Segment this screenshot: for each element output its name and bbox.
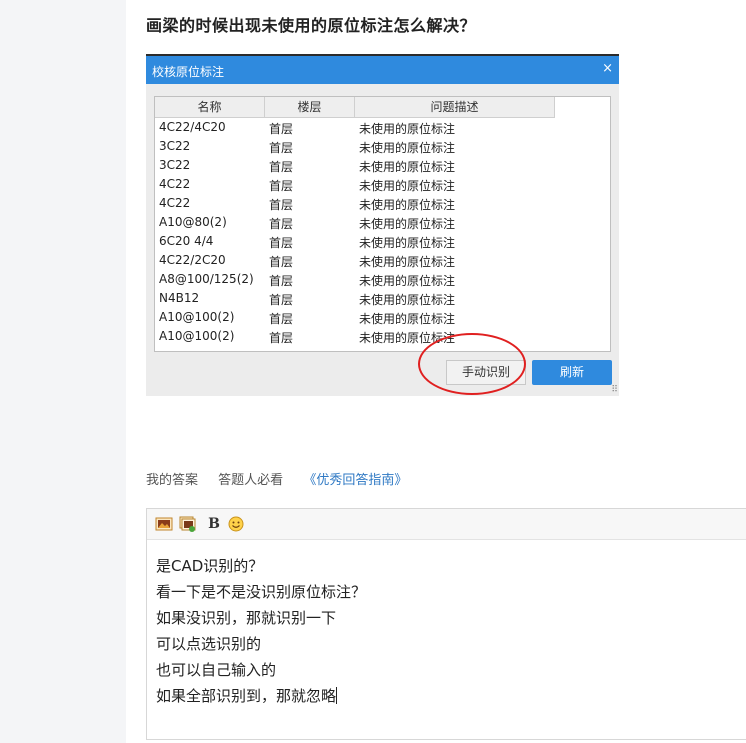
cell-name: 4C22/2C20 xyxy=(159,253,226,267)
table-row[interactable]: 3C22 首层 未使用的原位标注 xyxy=(155,137,610,156)
cell-name: 3C22 xyxy=(159,139,191,153)
cell-floor: 首层 xyxy=(269,293,294,307)
album-icon[interactable] xyxy=(178,515,196,533)
column-header-floor[interactable]: 楼层 xyxy=(265,97,355,117)
text-caret xyxy=(336,687,338,704)
table-row[interactable]: 3C22 首层 未使用的原位标注 xyxy=(155,156,610,175)
cell-name: A10@80(2) xyxy=(159,215,227,229)
cell-name: 4C22/4C20 xyxy=(159,120,226,134)
highlight-circle xyxy=(418,333,526,395)
cell-description: 未使用的原位标注 xyxy=(359,293,456,307)
cell-floor: 首层 xyxy=(269,160,294,174)
bold-icon[interactable]: B xyxy=(205,515,223,533)
cell-description: 未使用的原位标注 xyxy=(359,312,456,326)
table-row[interactable]: A10@80(2) 首层 未使用的原位标注 xyxy=(155,213,610,232)
cell-floor: 首层 xyxy=(269,179,294,193)
table-header: 名称 楼层 问题描述 xyxy=(155,97,555,118)
cell-description: 未使用的原位标注 xyxy=(359,160,456,174)
answer-editor[interactable]: B 是CAD识别的？ 看一下是不是没识别原位标注？ 如果没识别，那就识别一下 可… xyxy=(146,508,746,740)
image-icon[interactable] xyxy=(155,515,173,533)
cell-floor: 首层 xyxy=(269,236,294,250)
table-row[interactable]: 4C22 首层 未使用的原位标注 xyxy=(155,194,610,213)
screenshot-dialog: 校核原位标注 × 名称 楼层 问题描述 4C22/4C20 首层 未使用的原位标注 3… xyxy=(146,54,619,396)
cell-name: 4C22 xyxy=(159,196,191,210)
cell-description: 未使用的原位标注 xyxy=(359,141,456,155)
cell-floor: 首层 xyxy=(269,141,294,155)
table-body: 4C22/4C20 首层 未使用的原位标注 3C22 首层 未使用的原位标注 3C22 首层未… xyxy=(155,118,610,346)
cell-description: 未使用的原位标注 xyxy=(359,217,456,231)
table-row[interactable]: 6C20 4/4 首层 未使用的原位标注 xyxy=(155,232,610,251)
dialog-titlebar: 校核原位标注 × xyxy=(146,56,619,84)
dialog-title: 校核原位标注 xyxy=(152,65,225,79)
cell-floor: 首层 xyxy=(269,255,294,269)
cell-name: 4C22 xyxy=(159,177,191,191)
cell-description: 未使用的原位标注 xyxy=(359,179,456,193)
cell-name: 6C20 4/4 xyxy=(159,234,214,248)
annotation-check-table: 名称 楼层 问题描述 4C22/4C20 首层 未使用的原位标注 3C22 首层 未使用的… xyxy=(154,96,611,352)
cell-floor: 首层 xyxy=(269,331,294,345)
question-title: 画梁的时候出现未使用的原位标注怎么解决？ xyxy=(146,16,477,35)
column-header-description[interactable]: 问题描述 xyxy=(355,97,555,117)
cell-name: 3C22 xyxy=(159,158,191,172)
table-row[interactable]: 4C22 首层 未使用的原位标注 xyxy=(155,175,610,194)
close-icon[interactable]: × xyxy=(602,61,613,76)
editor-toolbar: B xyxy=(147,509,746,540)
table-row[interactable]: 4C22/2C20 首层 未使用的原位标注 xyxy=(155,251,610,270)
cell-floor: 首层 xyxy=(269,217,294,231)
answer-line: 是CAD识别的？ xyxy=(156,557,264,575)
refresh-button[interactable]: 刷新 xyxy=(532,360,612,385)
tab-my-answer[interactable]: 我的答案 xyxy=(146,469,198,488)
emoji-icon[interactable] xyxy=(227,515,245,533)
cell-name: A8@100/125(2) xyxy=(159,272,254,286)
table-row[interactable]: A10@100(2) 首层 未使用的原位标注 xyxy=(155,308,610,327)
answer-line: 也可以自己输入的 xyxy=(156,661,277,679)
cell-name: N4B12 xyxy=(159,291,200,305)
answer-line-last: 如果全部识别到，那就忽略 xyxy=(156,683,366,709)
cell-name: A10@100(2) xyxy=(159,310,235,324)
table-row[interactable]: N4B12 首层 未使用的原位标注 xyxy=(155,289,610,308)
resize-grip-icon[interactable]: ⠿ xyxy=(611,385,618,395)
editor-text[interactable]: 是CAD识别的？ 看一下是不是没识别原位标注？ 如果没识别，那就识别一下 可以点… xyxy=(156,553,366,709)
table-row[interactable]: A10@100(2) 首层 未使用的原位标注 xyxy=(155,327,610,346)
cell-description: 未使用的原位标注 xyxy=(359,236,456,250)
cell-description: 未使用的原位标注 xyxy=(359,274,456,288)
answer-line: 可以点选识别的 xyxy=(156,635,262,653)
cell-description: 未使用的原位标注 xyxy=(359,122,456,136)
table-row[interactable]: 4C22/4C20 首层 未使用的原位标注 xyxy=(155,118,610,137)
tab-must-read[interactable]: 答题人必看 xyxy=(218,469,283,488)
cell-description: 未使用的原位标注 xyxy=(359,255,456,269)
table-row[interactable]: A8@100/125(2) 首层 未使用的原位标注 xyxy=(155,270,610,289)
answer-line-text: 如果全部识别到，那就忽略 xyxy=(156,687,337,705)
answer-line: 看一下是不是没识别原位标注？ xyxy=(156,583,367,601)
answer-tabs: 我的答案 答题人必看 《优秀回答指南》 xyxy=(146,469,423,488)
column-header-name[interactable]: 名称 xyxy=(155,97,265,117)
answer-guide-link[interactable]: 《优秀回答指南》 xyxy=(303,469,407,488)
cell-floor: 首层 xyxy=(269,198,294,212)
cell-floor: 首层 xyxy=(269,312,294,326)
cell-description: 未使用的原位标注 xyxy=(359,198,456,212)
cell-floor: 首层 xyxy=(269,274,294,288)
cell-floor: 首层 xyxy=(269,122,294,136)
answer-line: 如果没识别，那就识别一下 xyxy=(156,609,337,627)
cell-name: A10@100(2) xyxy=(159,329,235,343)
